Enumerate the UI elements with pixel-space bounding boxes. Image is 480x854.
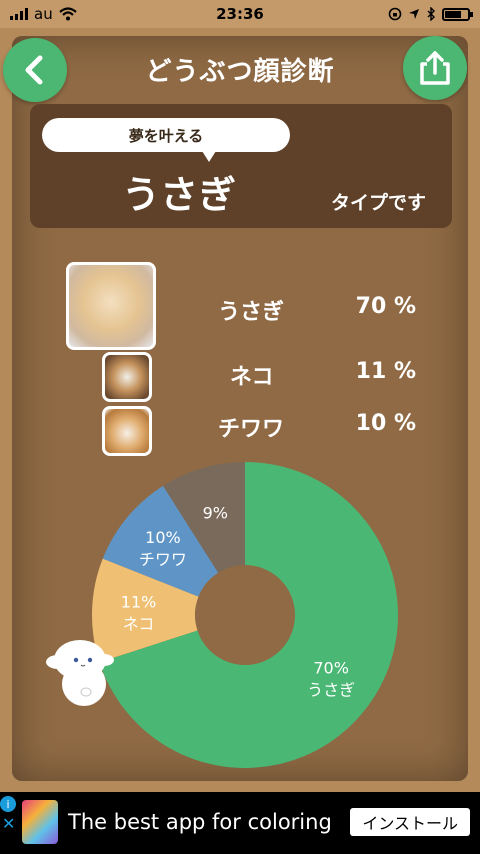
share-button[interactable]: [403, 36, 467, 100]
clock: 23:36: [216, 5, 264, 23]
signal-icon: [10, 8, 28, 20]
bubble-text: 夢を叶える: [128, 126, 204, 145]
share-icon: [420, 51, 450, 85]
result-animal: うさぎ: [122, 173, 237, 217]
ad-text: The best app for coloring: [68, 810, 332, 834]
slice-percent-label: 70%: [313, 659, 349, 678]
location-icon: [409, 9, 419, 19]
ranking-percent: 11 %: [355, 359, 416, 384]
slice-percent-label: 11%: [121, 593, 157, 612]
page-title: どうぶつ顔診断: [145, 56, 335, 87]
mascot-illustration: [46, 640, 114, 706]
slice-percent-label: 9%: [203, 504, 228, 523]
close-icon[interactable]: ✕: [0, 816, 16, 832]
app-logo-icon: [22, 800, 58, 844]
install-button[interactable]: インストール: [350, 808, 470, 836]
result-donut-chart: 70% うさぎ 11% ネコ 10% チワワ 9%: [92, 462, 399, 768]
status-bar: au 23:36: [0, 0, 480, 28]
ranking-row: チワワ 10 %: [0, 411, 480, 451]
slice-category-label: うさぎ: [307, 681, 355, 700]
slice-percent-label: 10%: [145, 528, 181, 547]
ad-choices[interactable]: i ✕: [0, 796, 16, 832]
ranking-row: うさぎ 70 %: [0, 294, 480, 334]
ranking-name: うさぎ: [218, 300, 285, 325]
ranking-percent: 70 %: [355, 294, 416, 319]
ranking-name: ネコ: [230, 365, 274, 390]
info-icon[interactable]: i: [0, 796, 16, 812]
ad-banner[interactable]: i ✕ The best app for coloring インストール: [0, 792, 480, 854]
speech-bubble: 夢を叶える: [42, 118, 290, 162]
ranking-percent: 10 %: [355, 411, 416, 436]
chevron-left-icon: [25, 55, 43, 85]
bluetooth-icon: [427, 7, 435, 21]
carrier-label: au: [34, 5, 53, 23]
ranking-row: ネコ 11 %: [0, 359, 480, 399]
wifi-icon: [58, 7, 77, 21]
slice-category-label: ネコ: [123, 615, 155, 634]
ranking-name: チワワ: [218, 417, 285, 442]
battery-icon: [442, 7, 473, 21]
result-box: 夢を叶える うさぎ タイプです: [30, 104, 452, 228]
rotation-lock-icon: [388, 7, 402, 21]
slice-category-label: チワワ: [139, 550, 187, 569]
result-suffix: タイプです: [330, 192, 426, 214]
back-button[interactable]: [3, 38, 67, 102]
